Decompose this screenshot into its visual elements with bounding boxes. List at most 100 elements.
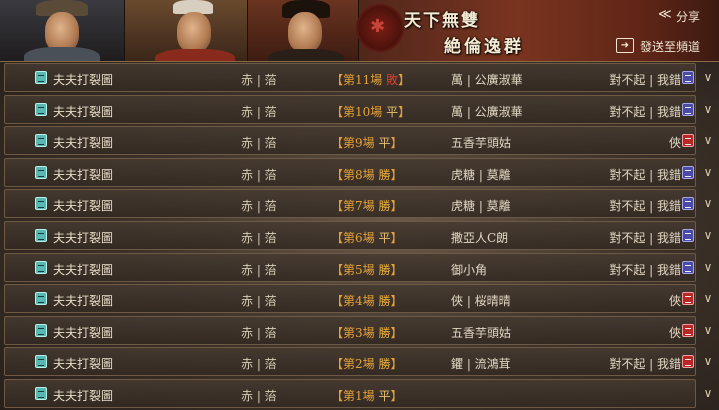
match-prefix: 【第1場	[331, 389, 379, 403]
table-row[interactable]: 夫夫打裂圖 赤 | 菭 【第2場 勝】 鑺 | 流鴻茸 對不起 | 我錯	[4, 347, 696, 376]
team-name: 夫夫打裂圖	[53, 168, 114, 182]
record-doc-icon	[35, 134, 47, 147]
record-doc-icon	[35, 261, 47, 274]
record-doc-icon	[35, 71, 47, 84]
table-row[interactable]: 夫夫打裂圖 赤 | 菭 【第5場 勝】 御小角 對不起 | 我錯	[4, 253, 696, 282]
red-badge-icon	[682, 134, 694, 147]
match-result: 平	[378, 231, 391, 245]
table-row[interactable]: 夫夫打裂圖 赤 | 菭 【第7場 勝】 虎糖 | 莫離 對不起 | 我錯	[4, 189, 696, 218]
match-prefix: 【第8場	[331, 168, 379, 182]
match-number: 【第3場 勝】	[331, 324, 402, 341]
team-name: 夫夫打裂圖	[53, 326, 114, 340]
match-result: 勝	[378, 357, 391, 371]
seal-emblem-icon: ✱	[356, 4, 404, 52]
chevron-down-icon[interactable]: ∨	[700, 195, 716, 211]
team-name: 夫夫打裂圖	[53, 263, 114, 277]
slogan-line-1: 天下無雙	[404, 11, 480, 31]
table-row[interactable]: 夫夫打裂圖 赤 | 菭 【第6場 平】 撒亞人C朗 對不起 | 我錯	[4, 221, 696, 250]
match-number: 【第7場 勝】	[331, 197, 402, 214]
red-badge-icon	[682, 292, 694, 305]
opponent-name: 五香芋頭姑	[451, 136, 512, 150]
record-doc-icon	[35, 229, 47, 242]
match-number: 【第6場 平】	[331, 229, 402, 246]
match-suffix: 】	[390, 231, 403, 245]
record-doc-icon	[35, 324, 47, 337]
match-result: 勝	[378, 199, 391, 213]
match-result: 勝	[378, 263, 391, 277]
reply-text: 對不起 | 我錯	[609, 73, 681, 87]
blue-badge-icon	[682, 71, 694, 84]
match-result: 平	[386, 105, 399, 119]
chevron-down-icon[interactable]: ∨	[700, 132, 716, 148]
seal-glyph: ✱	[370, 16, 386, 37]
chevron-down-icon[interactable]: ∨	[700, 259, 716, 275]
match-prefix: 【第11場	[331, 73, 387, 87]
match-number: 【第1場 平】	[331, 387, 402, 404]
reply-text: 俠	[668, 326, 681, 340]
match-number: 【第9場 平】	[331, 134, 402, 151]
team-name: 夫夫打裂圖	[53, 294, 114, 308]
blue-badge-icon	[682, 261, 694, 274]
reply-text: 對不起 | 我錯	[609, 231, 681, 245]
record-doc-icon	[35, 387, 47, 400]
opponent-name: 御小角	[451, 263, 488, 277]
match-result: 平	[378, 136, 391, 150]
red-badge-icon	[682, 324, 694, 337]
share-button[interactable]: ≪ 分享	[650, 6, 716, 26]
match-result: 勝	[378, 294, 391, 308]
match-suffix: 】	[390, 294, 403, 308]
opponent-name: 鑺 | 流鴻茸	[451, 357, 511, 371]
record-doc-icon	[35, 103, 47, 116]
chevron-down-icon[interactable]: ∨	[700, 164, 716, 180]
chevron-down-icon[interactable]: ∨	[700, 290, 716, 306]
team-name: 夫夫打裂圖	[53, 199, 114, 213]
match-prefix: 【第2場	[331, 357, 379, 371]
record-doc-icon	[35, 292, 47, 305]
table-row[interactable]: 夫夫打裂圖 赤 | 菭 【第11場 敗】 萬 | 公廣淑華 對不起 | 我錯	[4, 63, 696, 92]
header-banner: ✱ 天下無雙 絶倫逸群 ≪ 分享 ➜ 發送至頻道	[0, 0, 719, 62]
match-result: 勝	[378, 326, 391, 340]
match-suffix: 】	[390, 168, 403, 182]
battle-record-panel: ✱ 天下無雙 絶倫逸群 ≪ 分享 ➜ 發送至頻道 夫夫打裂圖赤 | 菭【第11場…	[0, 0, 719, 410]
table-row[interactable]: 夫夫打裂圖 赤 | 菭 【第1場 平】	[4, 379, 696, 408]
blue-badge-icon	[682, 197, 694, 210]
chevron-down-icon[interactable]: ∨	[700, 101, 716, 117]
match-prefix: 【第4場	[331, 294, 379, 308]
reply-text: 對不起 | 我錯	[609, 263, 681, 277]
host-name: 赤 | 菭	[241, 231, 277, 245]
chevron-down-icon[interactable]: ∨	[700, 385, 716, 401]
blue-badge-icon	[682, 103, 694, 116]
share-icon: ≪	[658, 7, 672, 22]
match-number: 【第4場 勝】	[331, 292, 402, 309]
reply-text: 俠	[668, 136, 681, 150]
match-suffix: 】	[390, 199, 403, 213]
table-row[interactable]: 夫夫打裂圖 赤 | 菭 【第8場 勝】 虎糖 | 莫離 對不起 | 我錯	[4, 158, 696, 187]
opponent-name: 撒亞人C朗	[451, 231, 509, 245]
table-row[interactable]: 夫夫打裂圖 赤 | 菭 【第4場 勝】 俠 | 桜晴晴 俠	[4, 284, 696, 313]
general-portrait-3	[248, 0, 359, 61]
host-name: 赤 | 菭	[241, 389, 277, 403]
chevron-down-icon[interactable]: ∨	[700, 69, 716, 85]
team-name: 夫夫打裂圖	[53, 136, 114, 150]
chevron-down-icon[interactable]: ∨	[700, 353, 716, 369]
red-badge-icon	[682, 355, 694, 368]
table-row[interactable]: 夫夫打裂圖 赤 | 菭 【第3場 勝】 五香芋頭姑 俠	[4, 316, 696, 345]
match-number: 【第5場 勝】	[331, 261, 402, 278]
chevron-down-icon[interactable]: ∨	[700, 227, 716, 243]
match-result: 平	[378, 389, 391, 403]
blue-badge-icon	[682, 229, 694, 242]
host-name: 赤 | 菭	[241, 326, 277, 340]
host-name: 赤 | 菭	[241, 357, 277, 371]
match-number: 【第11場 敗】	[331, 71, 410, 88]
team-name: 夫夫打裂圖	[53, 73, 114, 87]
table-row[interactable]: 夫夫打裂圖 赤 | 菭 【第10場 平】 萬 | 公廣淑華 對不起 | 我錯	[4, 95, 696, 124]
match-record-list: 夫夫打裂圖赤 | 菭【第11場 敗】萬 | 公廣淑華 對不起 | 我錯 ∨ 夫夫打裂圖…	[0, 62, 719, 410]
team-name: 夫夫打裂圖	[53, 389, 114, 403]
table-row[interactable]: 夫夫打裂圖 赤 | 菭 【第9場 平】 五香芋頭姑 俠	[4, 126, 696, 155]
send-to-channel-button[interactable]: ➜ 發送至頻道	[612, 36, 716, 56]
record-doc-icon	[35, 355, 47, 368]
opponent-name: 萬 | 公廣淑華	[451, 73, 523, 87]
match-suffix: 】	[390, 389, 403, 403]
match-number: 【第10場 平】	[331, 103, 410, 120]
chevron-down-icon[interactable]: ∨	[700, 322, 716, 338]
